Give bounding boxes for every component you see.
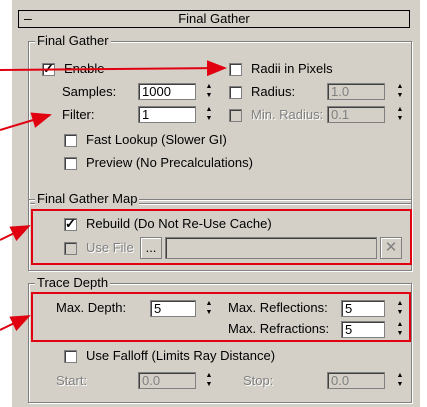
arrow-to-radii [0, 60, 227, 77]
annotation-arrows [0, 60, 227, 332]
arrow-to-filter [0, 112, 52, 131]
arrow-to-trace-depth [0, 315, 31, 332]
arrow-to-fg-map [0, 225, 31, 242]
